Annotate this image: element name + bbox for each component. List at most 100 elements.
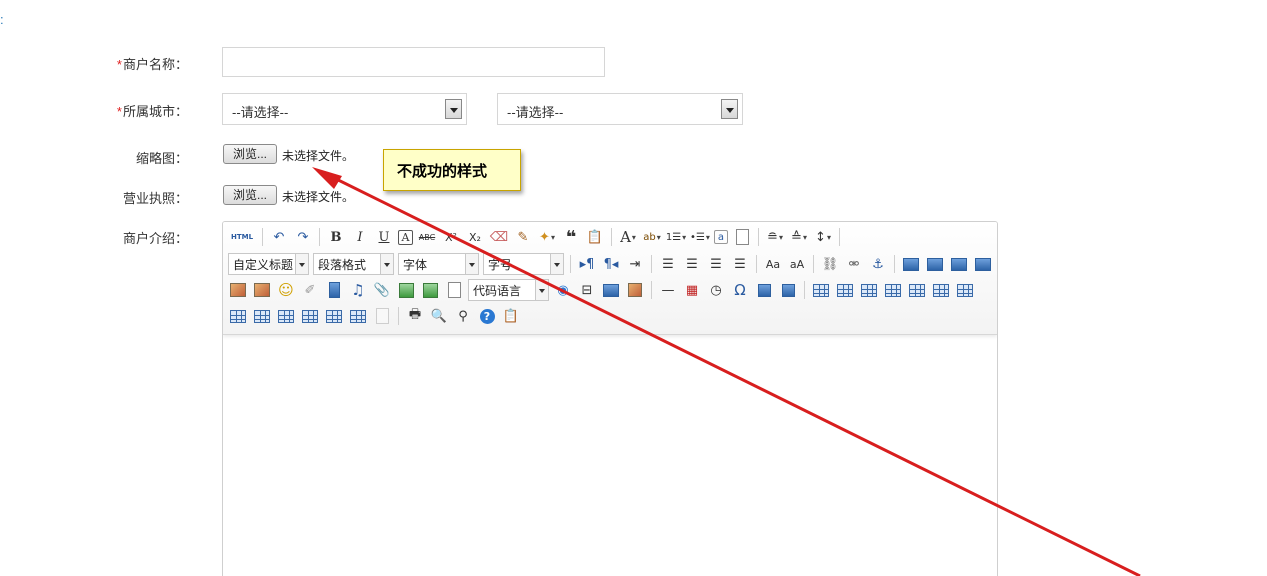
code-language-combo[interactable]: 代码语言 [468, 279, 549, 301]
select-all-icon[interactable]: a [714, 230, 728, 244]
delete-row-icon[interactable] [907, 280, 927, 300]
ordered-list-button[interactable]: 1☰ [666, 227, 686, 247]
special-char-button[interactable]: Ω [730, 280, 750, 300]
webapp-icon[interactable]: ◉ [553, 280, 573, 300]
city-select-value: --请选择-- [507, 105, 564, 120]
font-family-combo[interactable]: 字体 [398, 253, 479, 275]
editor-content-area[interactable] [223, 336, 997, 576]
image-float-right-icon[interactable] [949, 254, 969, 274]
help-icon[interactable]: ? [477, 306, 497, 326]
underline-button[interactable]: U [374, 227, 394, 247]
eraser-icon[interactable]: ⌫ [489, 227, 509, 247]
insert-col-icon[interactable] [931, 280, 951, 300]
split-to-cols-icon[interactable] [348, 306, 368, 326]
lowercase-icon[interactable]: aA [787, 254, 807, 274]
time-icon[interactable]: ◷ [706, 280, 726, 300]
paragraph-format-combo[interactable]: 段落格式 [313, 253, 394, 275]
annotation-arrow-head [312, 167, 342, 189]
insert-paragraph-before-table-icon[interactable] [859, 280, 879, 300]
map-icon[interactable] [396, 280, 416, 300]
wordimage-icon[interactable] [754, 280, 774, 300]
subscript-button[interactable]: X₂ [465, 227, 485, 247]
anchor-icon[interactable]: ⚓ [868, 254, 888, 274]
toolbar-separator [804, 281, 805, 299]
rtl-direction-icon[interactable]: ¶◂ [601, 254, 621, 274]
multi-image-icon[interactable] [252, 280, 272, 300]
background-icon[interactable] [625, 280, 645, 300]
split-to-cells-icon[interactable] [300, 306, 320, 326]
unlink-icon[interactable]: ⚮ [844, 254, 864, 274]
auto-format-icon[interactable]: ✦ [537, 227, 557, 247]
music-icon[interactable]: ♫ [348, 280, 368, 300]
link-icon[interactable]: ⛓ [820, 254, 840, 274]
emoticon-icon[interactable]: ☺ [276, 280, 296, 300]
horizontal-rule-button[interactable]: — [658, 280, 678, 300]
image-float-none-icon[interactable] [901, 254, 921, 274]
redo-icon[interactable]: ↷ [293, 227, 313, 247]
split-to-rows-icon[interactable] [324, 306, 344, 326]
annotation-callout-text: 不成功的样式 [397, 163, 488, 180]
insert-table-icon[interactable] [811, 280, 831, 300]
video-icon[interactable] [324, 280, 344, 300]
drafts-icon[interactable]: 📋 [501, 306, 521, 326]
province-select[interactable]: --请选择-- [222, 93, 467, 125]
search-icon[interactable]: ⚲ [453, 306, 473, 326]
province-select-value: --请选择-- [232, 105, 289, 120]
italic-button[interactable]: I [350, 227, 370, 247]
chart-icon[interactable] [372, 306, 392, 326]
date-icon[interactable]: ▦ [682, 280, 702, 300]
image-center-icon[interactable] [973, 254, 993, 274]
scrawl-icon[interactable]: ✐ [300, 280, 320, 300]
clear-document-icon[interactable] [732, 227, 752, 247]
merge-cells-icon[interactable] [228, 306, 248, 326]
line-height-icon[interactable]: ↕ [813, 227, 833, 247]
superscript-button[interactable]: X² [441, 227, 461, 247]
background-color-icon[interactable]: ab [642, 227, 662, 247]
merge-right-icon[interactable] [252, 306, 272, 326]
custom-heading-combo[interactable]: 自定义标题 [228, 253, 309, 275]
font-border-button[interactable]: A [398, 229, 413, 245]
merge-down-icon[interactable] [276, 306, 296, 326]
blockquote-button[interactable]: ❝ [561, 227, 581, 248]
indent-icon[interactable]: ⇥ [625, 254, 645, 274]
row-spacing-bottom-icon[interactable]: ≙ [789, 227, 809, 247]
font-color-button[interactable]: A [618, 227, 638, 247]
align-right-icon[interactable]: ☰ [706, 254, 726, 274]
toolbar-separator [756, 255, 757, 273]
image-float-left-icon[interactable] [925, 254, 945, 274]
page-break-icon[interactable]: ⊟ [577, 280, 597, 300]
paste-plain-icon[interactable]: 📋 [585, 227, 605, 247]
search-replace-icon[interactable] [778, 280, 798, 300]
unordered-list-button[interactable]: •☰ [690, 227, 710, 247]
format-brush-icon[interactable]: ✎ [513, 227, 533, 247]
align-center-icon[interactable]: ☰ [682, 254, 702, 274]
bold-button[interactable]: B [326, 227, 346, 247]
city-select[interactable]: --请选择-- [497, 93, 743, 125]
delete-col-icon[interactable] [955, 280, 975, 300]
row-spacing-top-icon[interactable]: ≘ [765, 227, 785, 247]
toolbar-row-2: 自定义标题 段落格式 字体 字号 ▸¶ ¶◂ ⇥ ☰ ☰ ☰ ☰ Aa aA ⛓… [228, 253, 993, 275]
delete-table-icon[interactable] [835, 280, 855, 300]
simple-upload-icon[interactable] [228, 280, 248, 300]
thumbnail-browse-button[interactable]: 浏览... [223, 144, 277, 164]
preview-icon[interactable]: 🔍 [429, 306, 449, 326]
align-justify-icon[interactable]: ☰ [730, 254, 750, 274]
strikethrough-button[interactable]: ABC [417, 227, 437, 247]
print-icon[interactable]: 🖶 [405, 306, 425, 326]
license-browse-button[interactable]: 浏览... [223, 185, 277, 205]
undo-icon[interactable]: ↶ [269, 227, 289, 247]
merchant-name-input[interactable] [222, 47, 605, 77]
align-left-icon[interactable]: ☰ [658, 254, 678, 274]
attachment-icon[interactable]: 📎 [372, 280, 392, 300]
insert-frame-icon[interactable] [444, 280, 464, 300]
chevron-down-icon[interactable] [445, 99, 462, 119]
template-icon[interactable] [601, 280, 621, 300]
toolbar-separator [570, 255, 571, 273]
ltr-direction-icon[interactable]: ▸¶ [577, 254, 597, 274]
chevron-down-icon[interactable] [721, 99, 738, 119]
uppercase-icon[interactable]: Aa [763, 254, 783, 274]
font-size-combo[interactable]: 字号 [483, 253, 564, 275]
html-source-button[interactable]: HTML [228, 227, 256, 247]
google-map-icon[interactable] [420, 280, 440, 300]
insert-row-icon[interactable] [883, 280, 903, 300]
